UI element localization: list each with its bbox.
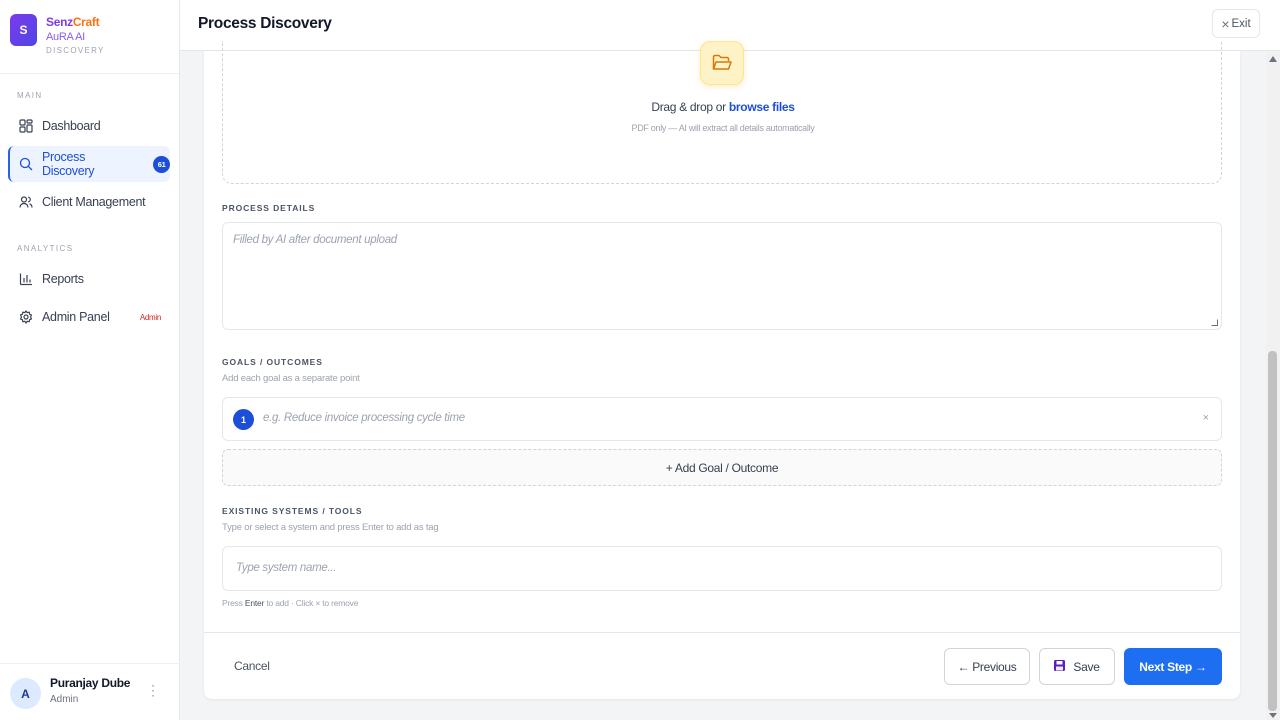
close-icon: × xyxy=(1221,15,1230,32)
dropzone-text: Drag & drop or browse files xyxy=(651,100,795,114)
sidebar-item-reports[interactable]: Reports xyxy=(8,261,170,297)
save-button[interactable]: Save xyxy=(1039,648,1115,685)
add-goal-button[interactable]: + Add Goal / Outcome xyxy=(222,449,1222,486)
scroll-up-arrow-icon[interactable] xyxy=(1269,56,1277,62)
admin-badge: Admin xyxy=(139,312,161,322)
remove-goal-icon[interactable]: × xyxy=(1203,412,1209,424)
count-badge: 61 xyxy=(153,155,170,173)
brand-name: SenzCraft xyxy=(46,15,100,29)
systems-hint: Press Enter to add · Click × to remove xyxy=(222,598,359,608)
scroll-thumb[interactable] xyxy=(1268,351,1277,711)
sidebar-item-dashboard[interactable]: Dashboard xyxy=(8,108,170,144)
dropzone-hint: PDF only — AI will extract all details a… xyxy=(631,123,815,133)
sidebar-item-label: Process Discovery xyxy=(42,150,95,178)
user-role: Admin xyxy=(50,694,79,705)
sidebar-item-admin-panel[interactable]: Admin Panel Admin xyxy=(8,299,170,335)
search-icon xyxy=(19,157,33,171)
exit-label: Exit xyxy=(1231,17,1251,30)
sidebar-item-process-discovery[interactable]: Process Discovery 61 xyxy=(8,146,170,182)
resize-handle-icon[interactable] xyxy=(1211,319,1218,326)
page-scrollbar[interactable] xyxy=(1266,51,1280,720)
sidebar-item-client-management[interactable]: Client Management xyxy=(8,184,170,220)
sidebar: S SenzCraft AuRA AI DISCOVERY MAIN Dashb… xyxy=(0,0,180,720)
user-name: Puranjay Dube xyxy=(50,676,131,690)
brand-tagline: DISCOVERY xyxy=(46,46,105,55)
sidebar-item-label: Dashboard xyxy=(42,119,101,133)
sidebar-item-label: Reports xyxy=(42,272,84,286)
save-label: Save xyxy=(1073,659,1100,674)
systems-label: EXISTING SYSTEMS / TOOLS xyxy=(222,506,363,516)
brand-product: AuRA AI xyxy=(46,31,85,43)
folder-open-icon xyxy=(700,41,744,85)
grid-icon xyxy=(19,119,33,133)
goals-label: GOALS / OUTCOMES xyxy=(222,357,323,367)
exit-button[interactable]: × Exit xyxy=(1212,9,1260,38)
users-icon xyxy=(19,195,33,209)
brand-logo[interactable]: S xyxy=(10,14,37,46)
process-details-textarea[interactable]: Filled by AI after document upload xyxy=(222,222,1222,330)
goal-input-row[interactable]: 1 e.g. Reduce invoice processing cycle t… xyxy=(222,397,1222,441)
more-vertical-icon[interactable]: ⋮ xyxy=(146,683,160,697)
gear-icon xyxy=(19,310,33,324)
scroll-down-arrow-icon[interactable] xyxy=(1269,713,1277,718)
process-details-label: PROCESS DETAILS xyxy=(222,203,316,213)
next-step-button[interactable]: Next Step → xyxy=(1124,648,1222,685)
browse-files-link[interactable]: browse files xyxy=(729,100,795,114)
goal-number-badge: 1 xyxy=(233,409,254,430)
goal-input[interactable]: e.g. Reduce invoice processing cycle tim… xyxy=(263,412,465,424)
sidebar-item-label: Client Management xyxy=(42,195,146,209)
user-profile[interactable]: A Puranjay Dube Admin ⋮ xyxy=(0,663,180,720)
section-label-main: MAIN xyxy=(17,91,43,100)
system-name-input[interactable]: Type system name... xyxy=(222,546,1222,591)
brand: S SenzCraft AuRA AI DISCOVERY xyxy=(0,0,179,74)
systems-help: Type or select a system and press Enter … xyxy=(222,522,439,533)
section-label-analytics: ANALYTICS xyxy=(17,244,74,253)
previous-button[interactable]: ← Previous xyxy=(944,648,1030,685)
floppy-disk-icon xyxy=(1054,659,1066,674)
bar-chart-icon xyxy=(19,272,33,286)
page-title: Process Discovery xyxy=(198,15,332,32)
avatar: A xyxy=(10,678,41,709)
process-form-card: Drag & drop or browse files PDF only — A… xyxy=(204,41,1240,699)
file-dropzone[interactable]: Drag & drop or browse files PDF only — A… xyxy=(222,41,1222,184)
goals-help: Add each goal as a separate point xyxy=(222,373,360,384)
textarea-placeholder: Filled by AI after document upload xyxy=(233,234,397,246)
sidebar-item-label: Admin Panel xyxy=(42,310,110,324)
form-footer: Cancel ← Previous Save Next Step → xyxy=(204,632,1240,699)
cancel-button[interactable]: Cancel xyxy=(234,659,270,673)
